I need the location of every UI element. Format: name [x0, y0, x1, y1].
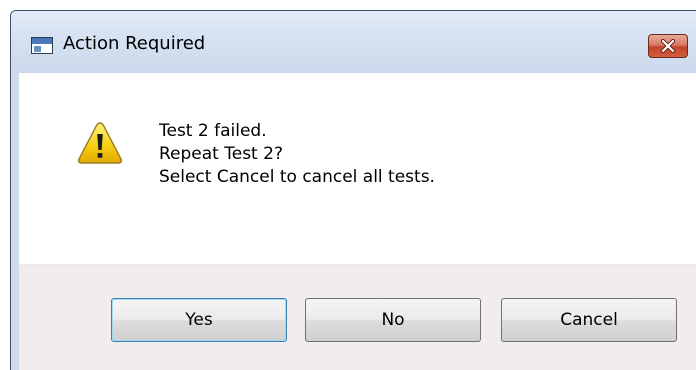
message-line-repeat: Repeat Test 2?: [159, 144, 283, 164]
dialog-content: Test 2 failed. Repeat Test 2? Select Can…: [19, 73, 696, 264]
title-bar[interactable]: Action Required: [11, 11, 696, 73]
message-line-failed: Test 2 failed.: [159, 121, 267, 141]
window-title: Action Required: [63, 33, 206, 54]
dialog-window: Action Required Test 2 failed. Repeat Te…: [10, 10, 696, 370]
yes-button[interactable]: Yes: [111, 298, 287, 342]
cancel-button[interactable]: Cancel: [501, 298, 677, 342]
no-button[interactable]: No: [305, 298, 481, 342]
button-bar: Yes No Cancel: [19, 264, 696, 370]
dialog-message: Test 2 failed. Repeat Test 2? Select Can…: [159, 120, 435, 189]
warning-icon: [77, 122, 123, 164]
dialog-client-area: Test 2 failed. Repeat Test 2? Select Can…: [19, 73, 696, 370]
message-line-cancel-hint: Select Cancel to cancel all tests.: [159, 167, 435, 187]
close-icon: [661, 39, 675, 53]
close-button[interactable]: [648, 34, 688, 58]
application-window-icon: [31, 37, 53, 54]
